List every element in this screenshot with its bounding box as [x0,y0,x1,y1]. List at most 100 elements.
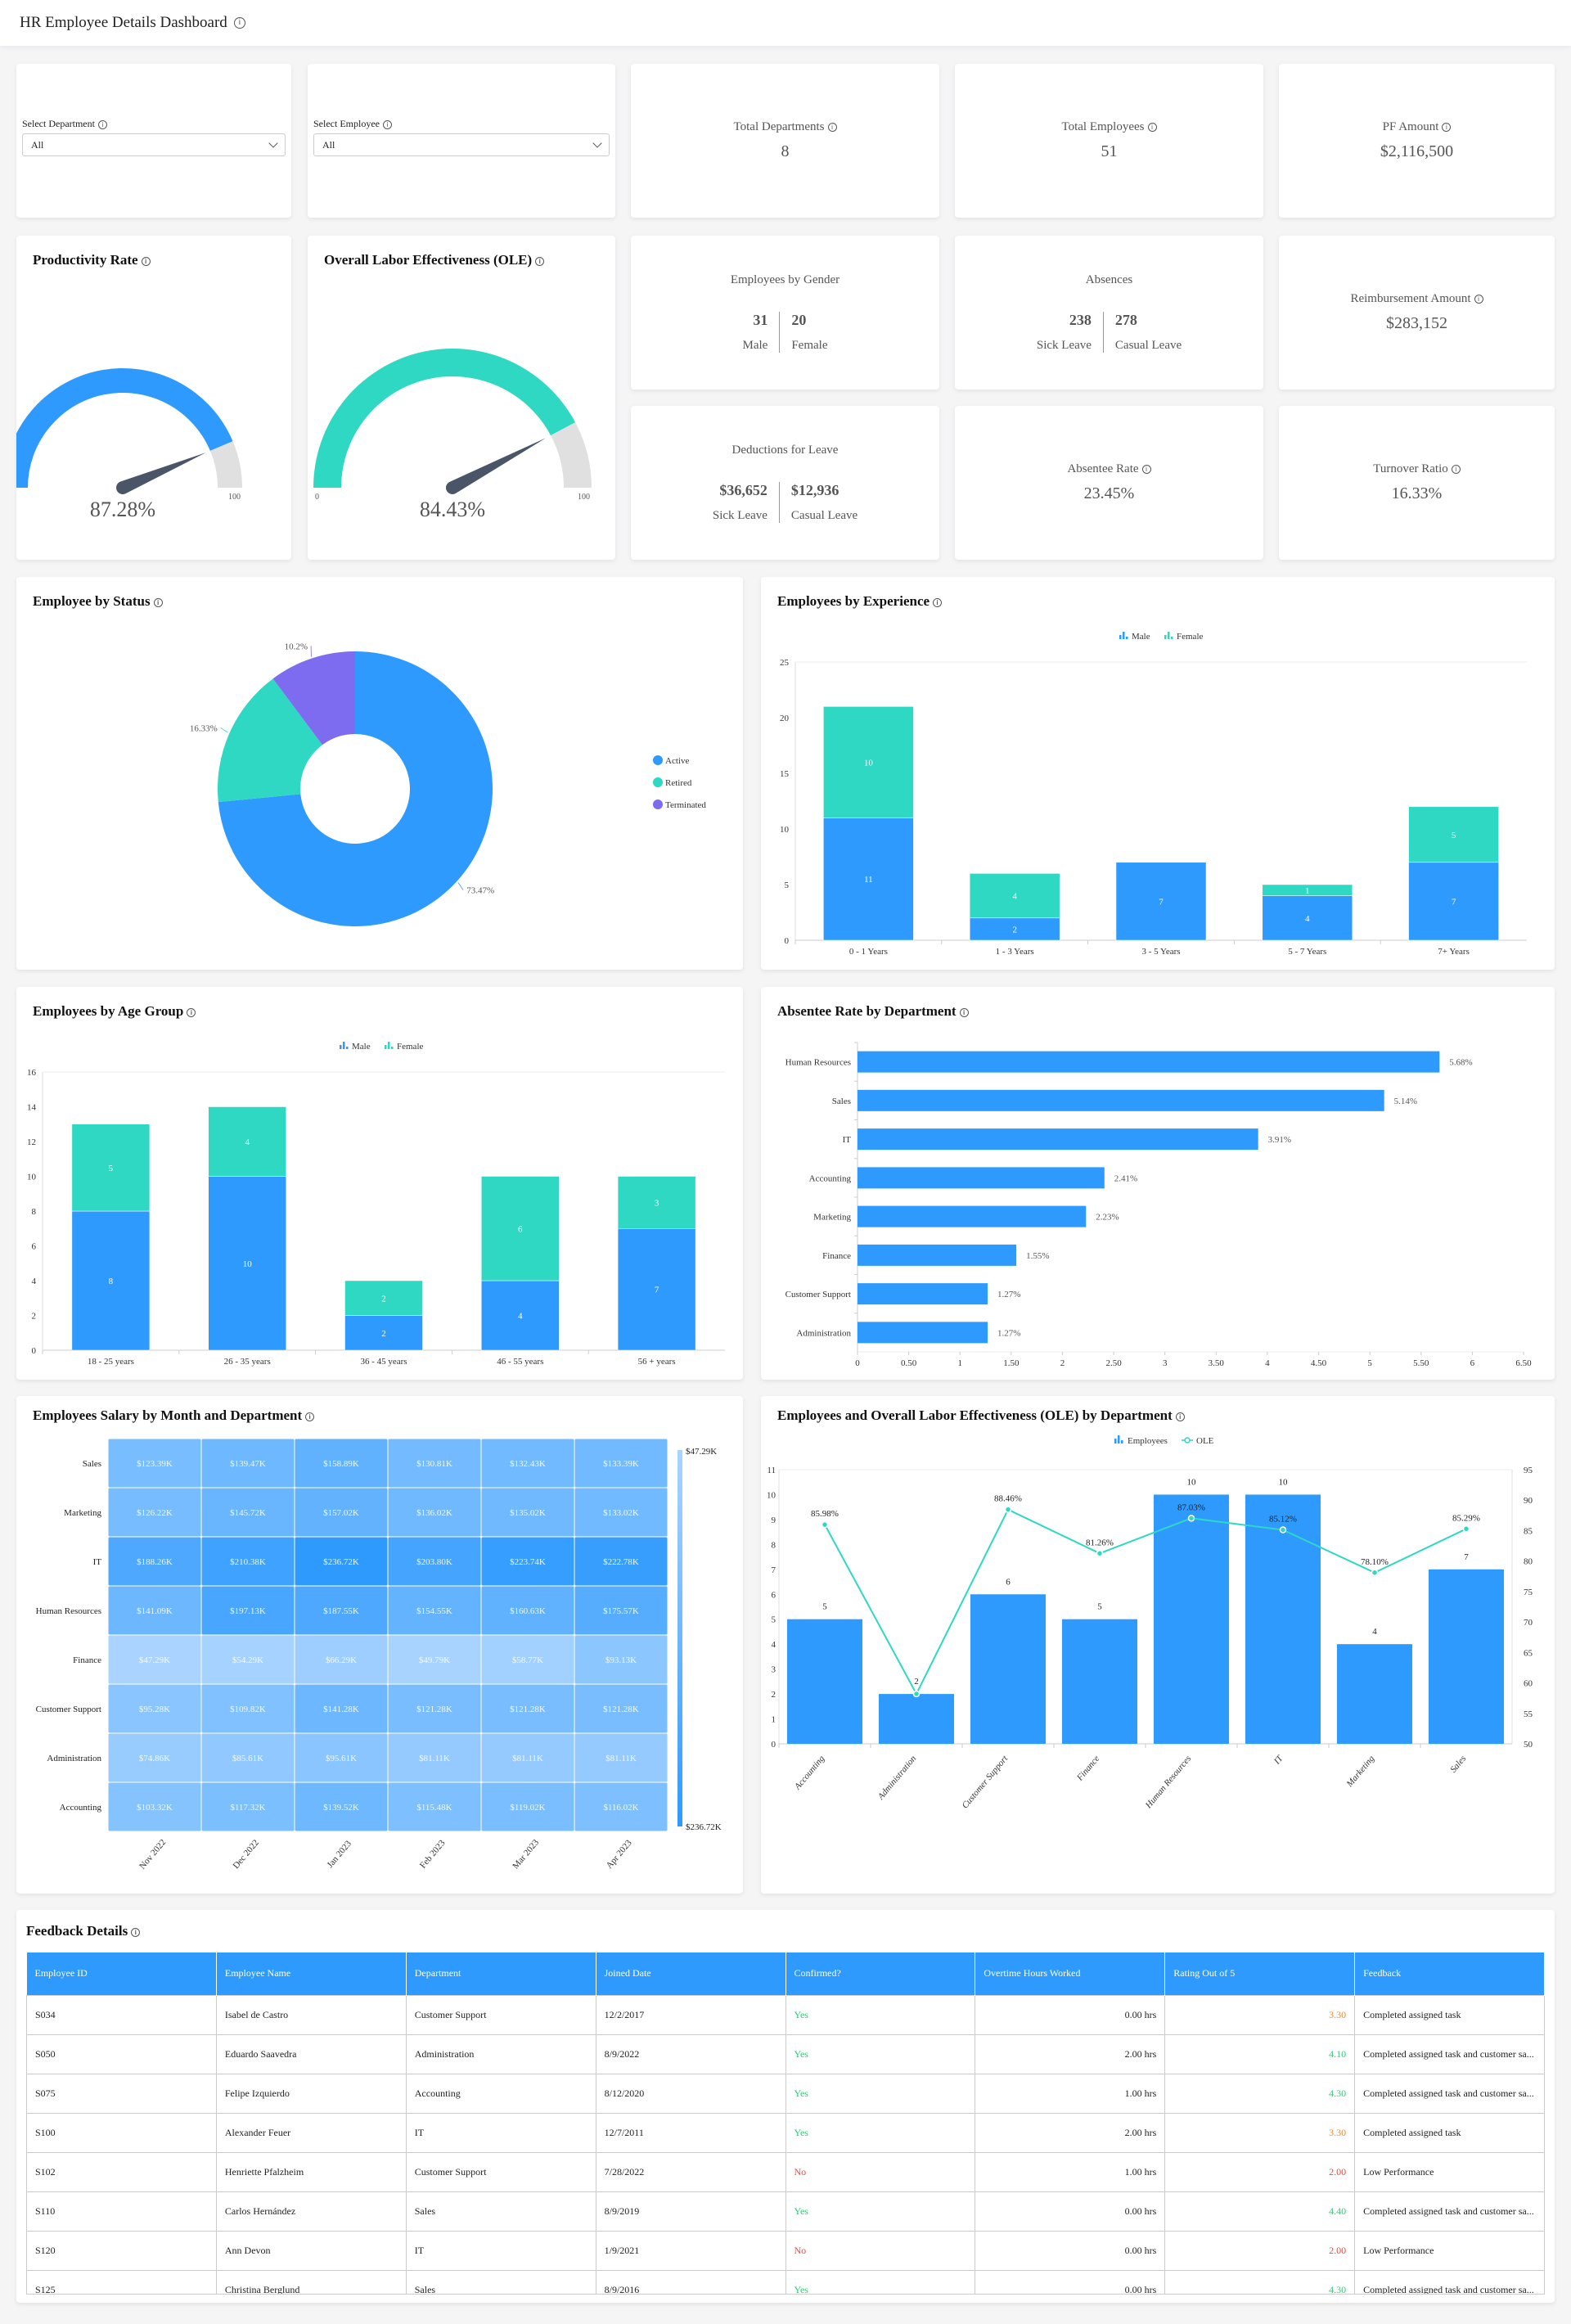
bar-value-label: 4 [245,1137,250,1147]
absences-card: Absences 238 Sick Leave 278 Casual Leave [955,236,1263,390]
bar-employees [970,1594,1046,1744]
cell-overtime-hours-worked: 0.00 hrs [975,1994,1166,2035]
info-icon[interactable]: i [382,119,392,129]
ole-point [1187,1515,1195,1522]
scale-max-label: $236.72K [686,1822,722,1832]
cell-confirmed: Yes [785,2073,976,2114]
table-row[interactable]: S100 Alexander Feuer IT 12/7/2011 Yes 2.00 hr… [26,2112,1545,2153]
heatmap-cell-label: $119.02K [510,1803,545,1813]
heatmap-cell-label: $109.82K [230,1705,266,1714]
info-icon[interactable]: i [1442,123,1452,133]
card-title: Feedback Details [26,1923,128,1939]
y-tick-label: 0 [785,936,790,946]
cell-joined-date: 8/9/2022 [595,2034,786,2074]
column-header[interactable]: Confirmed? [786,1952,976,1995]
gauge-value-arc [313,349,576,488]
cell-employee-id: S125 [26,2269,217,2294]
column-header[interactable]: Feedback [1354,1952,1545,1995]
x-tick-label: 26 - 35 years [224,1357,271,1367]
info-icon[interactable]: i [1451,465,1461,475]
y2-tick-label: 70 [1524,1618,1533,1628]
kpi-label: PF Amount [1382,120,1439,133]
cell-joined-date: 8/9/2019 [595,2191,786,2232]
status-chart-card: Employee by Status i 73.47% 16.33% 10.2% Act… [16,577,743,970]
y-tick-label: Human Resources [36,1606,101,1616]
table-row[interactable]: S034 Isabel de Castro Customer Support 12/2… [26,1994,1545,2035]
kpi-value: 23.45% [1083,484,1135,502]
table-row[interactable]: S110 Carlos Hernández Sales 8/9/2019 Yes 0.00… [26,2191,1545,2232]
legend-icon [388,1042,390,1049]
cell-overtime-hours-worked: 2.00 hrs [975,2112,1166,2153]
y-tick-label: 3 [772,1665,776,1675]
casual-leave-label: Casual Leave [790,508,858,522]
y-tick-label: Administration [796,1328,851,1338]
heatmap-cell-label: $222.78K [603,1557,639,1567]
legend-label-female: Female [397,1042,423,1052]
app-header: HR Employee Details Dashboard i [0,0,1571,46]
cell-feedback: Completed assigned task [1354,2112,1545,2153]
column-header[interactable]: Rating Out of 5 [1164,1952,1356,1995]
bar-value-label: 2.41% [1114,1173,1137,1183]
x-tick-label: Apr 2023 [605,1838,634,1871]
bar [858,1283,988,1305]
bar-value-label: 10 [1279,1477,1289,1487]
column-header[interactable]: Employee ID [26,1952,217,1995]
bar-value-label: 2 [381,1294,386,1304]
info-icon[interactable]: i [1474,295,1483,304]
table-row[interactable]: S102 Henriette Pfalzheim Customer Support 7… [26,2151,1545,2192]
column-header[interactable]: Joined Date [596,1952,786,1995]
ole-value-label: 85.12% [1269,1515,1297,1525]
table-row[interactable]: S125 Christina Berglund Sales 8/9/2016 Yes 0.… [26,2269,1545,2294]
table-row[interactable]: S120 Ann Devon IT 1/9/2021 No 0.00 hrs 2.00 Low… [26,2230,1545,2271]
cell-overtime-hours-worked: 1.00 hrs [975,2073,1166,2114]
gauge-min-label: 0 [315,493,319,502]
x-tick-label: 0 - 1 Years [849,947,888,957]
bar-employees [1337,1644,1412,1744]
x-tick-label: 1 [957,1358,962,1368]
feedback-table-scroll[interactable]: Employee ID Employee Name Department Joined… [26,1952,1545,2295]
cell-employee-name: Isabel de Castro [215,1994,407,2035]
legend-marker [653,777,663,787]
info-icon[interactable]: i [827,123,837,133]
ole-value-label: 81.26% [1086,1538,1114,1547]
deductions-card: Deductions for Leave $36,652 Sick Leave $… [631,406,939,560]
column-header[interactable]: Department [406,1952,596,1995]
x-tick-label: 36 - 45 years [360,1357,407,1367]
bar-value-label: 6 [518,1224,523,1234]
cell-overtime-hours-worked: 2.00 hrs [975,2034,1166,2074]
cell-department: Administration [405,2034,596,2074]
bar [858,1128,1258,1151]
info-icon[interactable]: i [97,119,107,129]
column-header[interactable]: Overtime Hours Worked [975,1952,1166,1995]
bar [858,1205,1087,1227]
y-tick-label: 6 [32,1242,37,1252]
legend-icon [1114,1439,1117,1443]
x-tick-label: 0 [855,1358,860,1368]
y-tick-label: IT [843,1135,852,1145]
ole-gauge-card: Overall Labor Effectiveness (OLE) i 0 100 8… [308,236,615,560]
bar-value-label: 4 [1372,1627,1377,1637]
x-tick-label: 5 - 7 Years [1288,947,1326,957]
info-icon[interactable]: i [1141,465,1151,475]
cell-rating-out-of-5: 4.10 [1164,2034,1356,2074]
x-tick-label: Finance [1074,1754,1101,1783]
y-tick-label: 0 [772,1740,776,1750]
y-tick-label: 20 [780,714,790,723]
cell-joined-date: 7/28/2022 [595,2151,786,2192]
heatmap-cell-label: $223.74K [510,1557,546,1567]
table-row[interactable]: S050 Eduardo Saavedra Administration 8/9/20… [26,2034,1545,2074]
heatmap-cell-label: $81.11K [605,1754,637,1763]
y-tick-label: Marketing [813,1213,851,1223]
column-header[interactable]: Employee Name [216,1952,407,1995]
info-icon[interactable]: i [233,17,245,29]
y-tick-label: Customer Support [786,1290,851,1299]
heatmap-cell-label: $47.29K [139,1655,170,1665]
y2-tick-label: 80 [1524,1557,1533,1567]
info-icon[interactable]: i [1147,123,1157,133]
x-tick-label: 5 [1367,1358,1372,1368]
department-select[interactable]: All [22,133,286,156]
table-row[interactable]: S075 Felipe Izquierdo Accounting 8/12/2020 Y… [26,2073,1545,2114]
reimbursement-card: Reimbursement Amount i $283,152 [1279,236,1555,390]
employee-select[interactable]: All [313,133,610,156]
info-icon[interactable]: i [131,1927,141,1937]
